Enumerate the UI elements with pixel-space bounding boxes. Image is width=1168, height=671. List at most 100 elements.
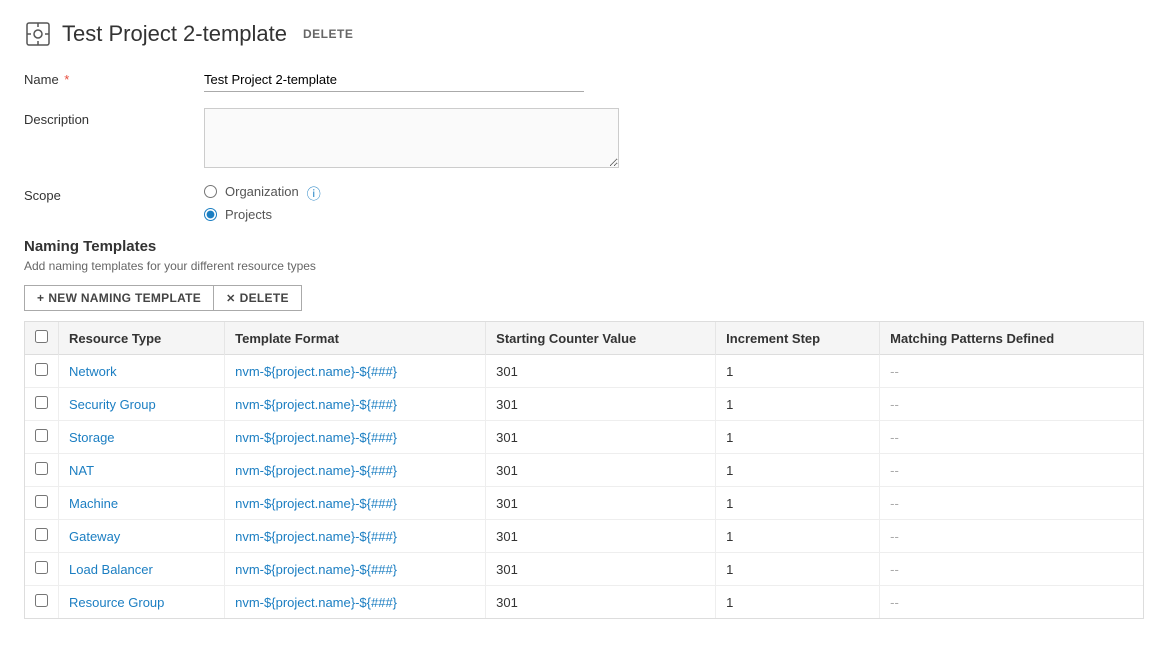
scope-label: Scope: [24, 184, 204, 203]
cell-resource-type: Security Group: [59, 388, 225, 421]
cell-template-format: nvm-${project.name}-${###}: [225, 586, 486, 619]
row-checkbox[interactable]: [35, 396, 48, 409]
cell-increment-step: 1: [716, 454, 880, 487]
naming-templates-toolbar: + NEW NAMING TEMPLATE ✕ DELETE: [24, 285, 1144, 311]
name-label: Name *: [24, 68, 204, 87]
row-checkbox-cell: [25, 487, 59, 520]
cell-increment-step: 1: [716, 487, 880, 520]
resource-type-link[interactable]: Load Balancer: [69, 562, 153, 577]
cell-increment-step: 1: [716, 586, 880, 619]
row-checkbox[interactable]: [35, 594, 48, 607]
cell-starting-counter: 301: [486, 487, 716, 520]
delete-naming-template-button[interactable]: ✕ DELETE: [214, 285, 302, 311]
required-indicator: *: [61, 72, 70, 87]
resource-type-link[interactable]: Resource Group: [69, 595, 164, 610]
cell-starting-counter: 301: [486, 454, 716, 487]
table-header-row: Resource Type Template Format Starting C…: [25, 322, 1143, 355]
cell-template-format: nvm-${project.name}-${###}: [225, 487, 486, 520]
header-delete-button[interactable]: DELETE: [303, 27, 353, 41]
row-checkbox-cell: [25, 355, 59, 388]
cell-matching-patterns: --: [880, 487, 1143, 520]
cell-resource-type: Gateway: [59, 520, 225, 553]
cell-template-format: nvm-${project.name}-${###}: [225, 520, 486, 553]
cell-template-format: nvm-${project.name}-${###}: [225, 421, 486, 454]
resource-type-link[interactable]: NAT: [69, 463, 94, 478]
title-text: Test Project 2-template: [62, 21, 287, 47]
cell-starting-counter: 301: [486, 586, 716, 619]
cell-resource-type: Machine: [59, 487, 225, 520]
row-checkbox[interactable]: [35, 495, 48, 508]
table-row: Machine nvm-${project.name}-${###} 301 1…: [25, 487, 1143, 520]
col-resource-type: Resource Type: [59, 322, 225, 355]
name-row: Name *: [24, 68, 1144, 92]
table-row: Security Group nvm-${project.name}-${###…: [25, 388, 1143, 421]
naming-templates-subtitle: Add naming templates for your different …: [24, 259, 1144, 273]
plus-icon: +: [37, 291, 44, 305]
cell-matching-patterns: --: [880, 520, 1143, 553]
scope-options: Organization Projects: [204, 184, 299, 222]
col-matching-patterns: Matching Patterns Defined: [880, 322, 1143, 355]
table-row: Load Balancer nvm-${project.name}-${###}…: [25, 553, 1143, 586]
cell-template-format: nvm-${project.name}-${###}: [225, 355, 486, 388]
cell-matching-patterns: --: [880, 553, 1143, 586]
scope-organization-radio[interactable]: [204, 185, 217, 198]
table-row: Gateway nvm-${project.name}-${###} 301 1…: [25, 520, 1143, 553]
row-checkbox-cell: [25, 388, 59, 421]
row-checkbox[interactable]: [35, 429, 48, 442]
resource-type-link[interactable]: Storage: [69, 430, 115, 445]
row-checkbox[interactable]: [35, 528, 48, 541]
cell-matching-patterns: --: [880, 421, 1143, 454]
select-all-header: [25, 322, 59, 355]
cell-starting-counter: 301: [486, 421, 716, 454]
resource-type-link[interactable]: Gateway: [69, 529, 120, 544]
col-template-format: Template Format: [225, 322, 486, 355]
cell-increment-step: 1: [716, 355, 880, 388]
row-checkbox-cell: [25, 586, 59, 619]
row-checkbox[interactable]: [35, 561, 48, 574]
name-input[interactable]: [204, 68, 584, 92]
scope-projects-radio[interactable]: [204, 208, 217, 221]
scope-organization-option[interactable]: Organization: [204, 184, 299, 199]
row-checkbox-cell: [25, 553, 59, 586]
naming-templates-table-wrapper: Resource Type Template Format Starting C…: [24, 321, 1144, 619]
row-checkbox-cell: [25, 421, 59, 454]
resource-type-link[interactable]: Security Group: [69, 397, 156, 412]
cell-starting-counter: 301: [486, 355, 716, 388]
x-icon: ✕: [226, 292, 236, 305]
scope-projects-option[interactable]: Projects: [204, 207, 299, 222]
description-label: Description: [24, 108, 204, 127]
cell-matching-patterns: --: [880, 388, 1143, 421]
table-row: NAT nvm-${project.name}-${###} 301 1 --: [25, 454, 1143, 487]
scope-projects-label: Projects: [225, 207, 272, 222]
cell-starting-counter: 301: [486, 520, 716, 553]
naming-templates-table: Resource Type Template Format Starting C…: [25, 322, 1143, 618]
cell-starting-counter: 301: [486, 388, 716, 421]
naming-templates-title: Naming Templates: [24, 238, 1144, 255]
cell-template-format: nvm-${project.name}-${###}: [225, 553, 486, 586]
cell-increment-step: 1: [716, 520, 880, 553]
col-starting-counter: Starting Counter Value: [486, 322, 716, 355]
cell-resource-type: Storage: [59, 421, 225, 454]
select-all-checkbox[interactable]: [35, 330, 48, 343]
cell-template-format: nvm-${project.name}-${###}: [225, 454, 486, 487]
description-textarea[interactable]: [204, 108, 619, 168]
new-naming-template-button[interactable]: + NEW NAMING TEMPLATE: [24, 285, 214, 311]
resource-type-link[interactable]: Machine: [69, 496, 118, 511]
resource-type-link[interactable]: Network: [69, 364, 117, 379]
table-row: Network nvm-${project.name}-${###} 301 1…: [25, 355, 1143, 388]
scope-info-icon[interactable]: ⓘ: [307, 184, 321, 204]
page-title: Test Project 2-template: [24, 20, 287, 48]
row-checkbox-cell: [25, 454, 59, 487]
row-checkbox-cell: [25, 520, 59, 553]
cell-resource-type: NAT: [59, 454, 225, 487]
col-increment-step: Increment Step: [716, 322, 880, 355]
row-checkbox[interactable]: [35, 462, 48, 475]
cell-increment-step: 1: [716, 388, 880, 421]
cell-resource-type: Resource Group: [59, 586, 225, 619]
row-checkbox[interactable]: [35, 363, 48, 376]
project-icon: [24, 20, 52, 48]
cell-matching-patterns: --: [880, 355, 1143, 388]
cell-starting-counter: 301: [486, 553, 716, 586]
delete-button-label: DELETE: [240, 291, 289, 305]
cell-resource-type: Load Balancer: [59, 553, 225, 586]
